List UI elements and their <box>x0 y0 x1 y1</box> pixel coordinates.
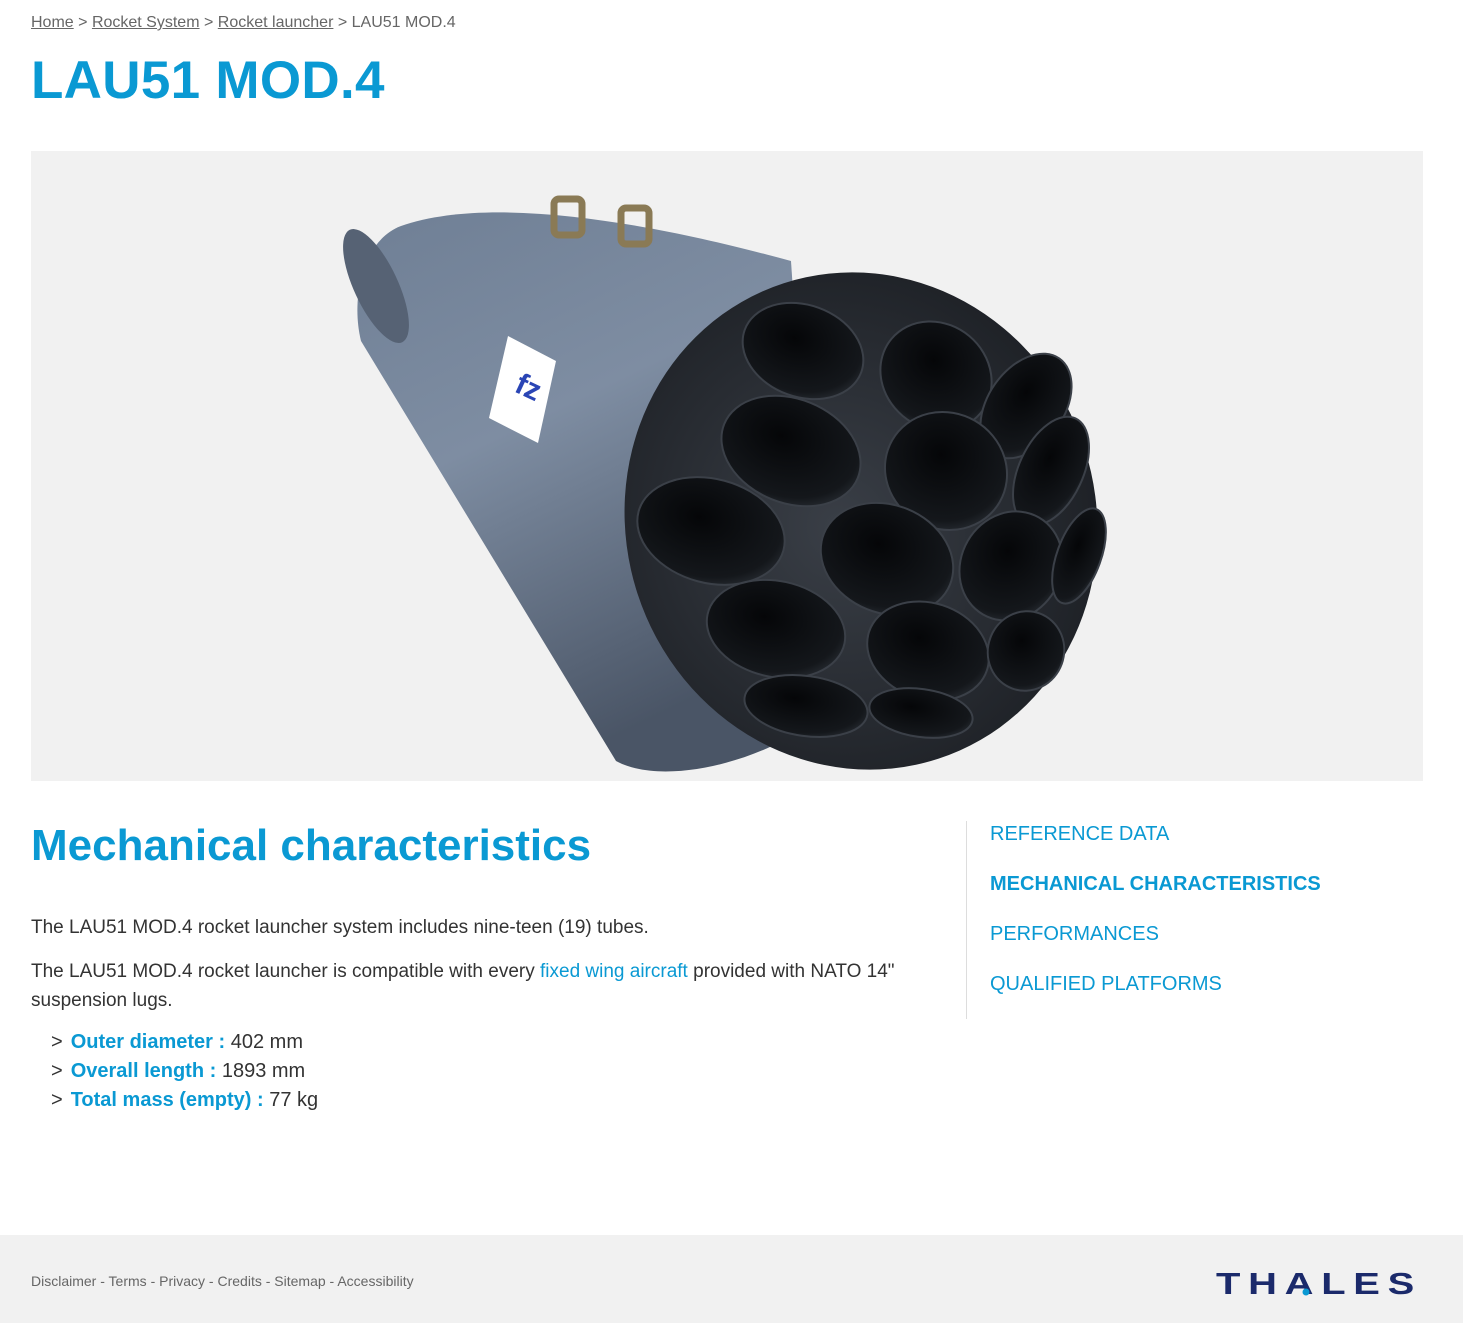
breadcrumb-rocket-system-link[interactable]: Rocket System <box>92 14 200 31</box>
mechanical-characteristics-section: Mechanical characteristics The LAU51 MOD… <box>31 820 941 1111</box>
footer: Disclaimer - Terms - Privacy - Credits -… <box>0 1235 1463 1323</box>
nav-qualified-platforms[interactable]: QUALIFIED PLATFORMS <box>990 971 1321 1021</box>
spec-item: > Total mass (empty) : 77 kg <box>51 1086 318 1115</box>
spec-value-overall-length: 1893 mm <box>221 1060 306 1082</box>
footer-links: Disclaimer - Terms - Privacy - Credits -… <box>31 1273 414 1289</box>
spec-label-overall-length: Overall length : <box>70 1060 217 1082</box>
footer-separator: - <box>150 1273 156 1289</box>
spec-label-outer-diameter: Outer diameter : <box>70 1031 226 1053</box>
breadcrumb-separator: > <box>337 14 348 31</box>
footer-link-credits[interactable]: Credits <box>217 1273 261 1289</box>
spec-label-total-mass: Total mass (empty) : <box>70 1089 264 1111</box>
footer-link-privacy[interactable]: Privacy <box>159 1273 205 1289</box>
specs-list: > Outer diameter : 402 mm > Overall length… <box>51 1028 318 1115</box>
breadcrumb: Home > Rocket System > Rocket launcher >… <box>31 14 456 32</box>
footer-separator: - <box>265 1273 271 1289</box>
breadcrumb-home-link[interactable]: Home <box>31 14 74 31</box>
footer-link-sitemap[interactable]: Sitemap <box>274 1273 325 1289</box>
footer-link-disclaimer[interactable]: Disclaimer <box>31 1273 96 1289</box>
breadcrumb-current: LAU51 MOD.4 <box>351 14 456 31</box>
spec-item: > Outer diameter : 402 mm <box>51 1028 318 1057</box>
footer-separator: - <box>100 1273 105 1289</box>
breadcrumb-separator: > <box>203 14 214 31</box>
section-nav: REFERENCE DATA MECHANICAL CHARACTERISTIC… <box>966 821 1321 1019</box>
spec-value-total-mass: 77 kg <box>269 1089 319 1111</box>
footer-separator: - <box>208 1273 214 1289</box>
spec-value-outer-diameter: 402 mm <box>230 1031 303 1053</box>
breadcrumb-separator: > <box>78 14 88 31</box>
nav-reference-data[interactable]: REFERENCE DATA <box>990 821 1321 871</box>
fixed-wing-aircraft-link[interactable]: fixed wing aircraft <box>540 961 688 982</box>
footer-link-accessibility[interactable]: Accessibility <box>337 1273 413 1289</box>
product-image: fz <box>31 151 1423 781</box>
breadcrumb-rocket-launcher-link[interactable]: Rocket launcher <box>218 14 334 31</box>
footer-separator: - <box>329 1273 335 1289</box>
page-title: LAU51 MOD.4 <box>31 51 385 110</box>
tubes-paragraph: The LAU51 MOD.4 rocket launcher system i… <box>31 917 649 938</box>
thales-logo-mark: THALES <box>1216 1266 1422 1301</box>
chevron-right-icon: > <box>51 1060 63 1082</box>
thales-logo[interactable]: THALES <box>1216 1266 1424 1302</box>
rocket-launcher-illustration: fz <box>343 195 1107 772</box>
footer-link-terms[interactable]: Terms <box>109 1273 147 1289</box>
thales-logo-text: THALES <box>1216 1269 1422 1297</box>
section-title: Mechanical characteristics <box>31 821 592 870</box>
nav-performances[interactable]: PERFORMANCES <box>990 921 1321 971</box>
chevron-right-icon: > <box>51 1031 63 1053</box>
chevron-right-icon: > <box>51 1089 63 1111</box>
compatibility-text-start: The LAU51 MOD.4 rocket launcher is compa… <box>31 961 540 982</box>
spec-item: > Overall length : 1893 mm <box>51 1057 318 1086</box>
nav-mechanical-characteristics[interactable]: MECHANICAL CHARACTERISTICS <box>990 871 1321 921</box>
compatibility-paragraph: The LAU51 MOD.4 rocket launcher is compa… <box>31 957 931 1015</box>
